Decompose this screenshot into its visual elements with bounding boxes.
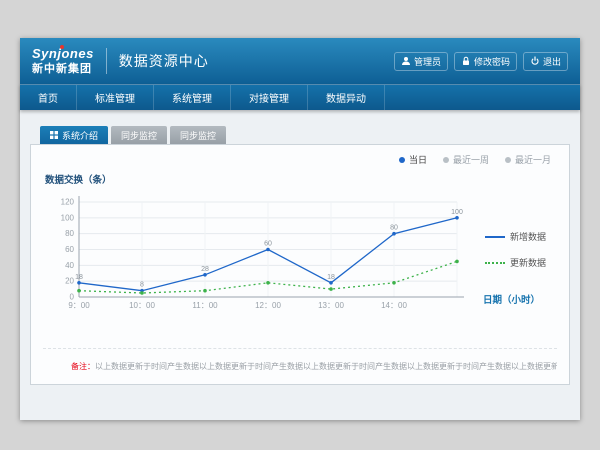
legend-line-sample-blue — [485, 236, 505, 238]
chart-legend: 新增数据 更新数据 — [485, 230, 546, 269]
nav-item-interface-mgmt[interactable]: 对接管理 — [231, 85, 308, 110]
app-header: Synjones 新中新集团 数据资源中心 管理员 修改密码 — [20, 38, 580, 84]
svg-text:18: 18 — [75, 274, 83, 281]
nav-item-standard-mgmt[interactable]: 标准管理 — [77, 85, 154, 110]
filter-last-week[interactable]: 最近一周 — [443, 153, 489, 166]
y-axis-label: 数据交换（条） — [45, 172, 557, 186]
tab-label: 同步监控 — [121, 129, 157, 142]
svg-text:9：00: 9：00 — [68, 301, 90, 310]
nav-label: 系统管理 — [172, 90, 212, 105]
header-divider — [106, 48, 107, 74]
svg-text:20: 20 — [65, 277, 74, 286]
change-password-button[interactable]: 修改密码 — [454, 52, 517, 71]
nav-label: 对接管理 — [249, 90, 289, 105]
svg-text:100: 100 — [61, 213, 75, 222]
grid-icon — [50, 131, 58, 139]
admin-label: 管理员 — [414, 55, 441, 68]
legend-line-sample-green — [485, 262, 505, 264]
svg-text:14：00: 14：00 — [381, 301, 407, 310]
legend-label: 更新数据 — [510, 256, 546, 269]
svg-text:60: 60 — [264, 241, 272, 248]
main-nav: 首页 标准管理 系统管理 对接管理 数据异动 — [20, 84, 580, 110]
main-content: 系统介绍 同步监控 同步监控 当日 最近一周 — [20, 110, 580, 420]
lock-icon — [461, 56, 471, 66]
line-chart: 0204060801001209：0010：0011：0012：0013：001… — [43, 188, 473, 328]
svg-text:28: 28 — [201, 266, 209, 273]
logout-button[interactable]: 退出 — [523, 52, 568, 71]
svg-text:10：00: 10：00 — [129, 301, 155, 310]
svg-text:11：00: 11：00 — [192, 301, 218, 310]
nav-item-home[interactable]: 首页 — [20, 85, 77, 110]
nav-item-system-mgmt[interactable]: 系统管理 — [154, 85, 231, 110]
filter-label: 当日 — [409, 153, 427, 166]
svg-text:12：00: 12：00 — [255, 301, 281, 310]
change-password-label: 修改密码 — [474, 55, 510, 68]
legend-update-data[interactable]: 更新数据 — [485, 256, 546, 269]
filter-label: 最近一月 — [515, 153, 551, 166]
tab-sync-monitor-2[interactable]: 同步监控 — [170, 126, 226, 144]
svg-text:100: 100 — [451, 209, 463, 216]
svg-text:80: 80 — [65, 229, 74, 238]
legend-label: 新增数据 — [510, 230, 546, 243]
nav-label: 标准管理 — [95, 90, 135, 105]
admin-button[interactable]: 管理员 — [394, 52, 448, 71]
svg-text:80: 80 — [390, 225, 398, 232]
tab-sync-monitor-1[interactable]: 同步监控 — [111, 126, 167, 144]
svg-text:60: 60 — [65, 245, 74, 254]
svg-text:120: 120 — [61, 198, 75, 207]
chart-panel: 当日 最近一周 最近一月 数据交换（条） 0204060801001209：00… — [30, 144, 570, 385]
brand-logo: Synjones 新中新集团 — [32, 47, 94, 74]
tab-label: 系统介绍 — [62, 129, 98, 142]
radio-dot-icon — [505, 157, 511, 163]
nav-label: 首页 — [38, 90, 58, 105]
legend-new-data[interactable]: 新增数据 — [485, 230, 546, 243]
note-label: 备注： — [71, 362, 95, 371]
radio-dot-icon — [443, 157, 449, 163]
app-window: Synjones 新中新集团 数据资源中心 管理员 修改密码 — [20, 38, 580, 420]
period-filter: 当日 最近一周 最近一月 — [43, 153, 557, 166]
nav-label: 数据异动 — [326, 90, 366, 105]
x-axis-label: 日期（小时） — [483, 292, 540, 306]
nav-item-data-change[interactable]: 数据异动 — [308, 85, 385, 110]
svg-text:8: 8 — [140, 282, 144, 289]
note-text: 以上数据更新于时间产生数据以上数据更新于时间产生数据以上数据更新于时间产生数据以… — [95, 362, 557, 371]
filter-today[interactable]: 当日 — [399, 153, 427, 166]
power-icon — [530, 56, 540, 66]
tab-bar: 系统介绍 同步监控 同步监控 — [30, 126, 570, 144]
chart-area: 0204060801001209：0010：0011：0012：0013：001… — [43, 188, 557, 338]
filter-last-month[interactable]: 最近一月 — [505, 153, 551, 166]
tab-system-intro[interactable]: 系统介绍 — [40, 126, 108, 144]
header-actions: 管理员 修改密码 退出 — [394, 52, 568, 71]
user-icon — [401, 56, 411, 66]
svg-text:18: 18 — [327, 274, 335, 281]
page-title: 数据资源中心 — [119, 51, 209, 71]
footnote: 备注：以上数据更新于时间产生数据以上数据更新于时间产生数据以上数据更新于时间产生… — [43, 348, 557, 384]
brand-subtitle: 新中新集团 — [32, 63, 94, 75]
brand-name: Synjones — [32, 47, 94, 61]
svg-text:40: 40 — [65, 261, 74, 270]
svg-text:13：00: 13：00 — [318, 301, 344, 310]
filter-label: 最近一周 — [453, 153, 489, 166]
logout-label: 退出 — [543, 55, 561, 68]
radio-dot-icon — [399, 157, 405, 163]
tab-label: 同步监控 — [180, 129, 216, 142]
